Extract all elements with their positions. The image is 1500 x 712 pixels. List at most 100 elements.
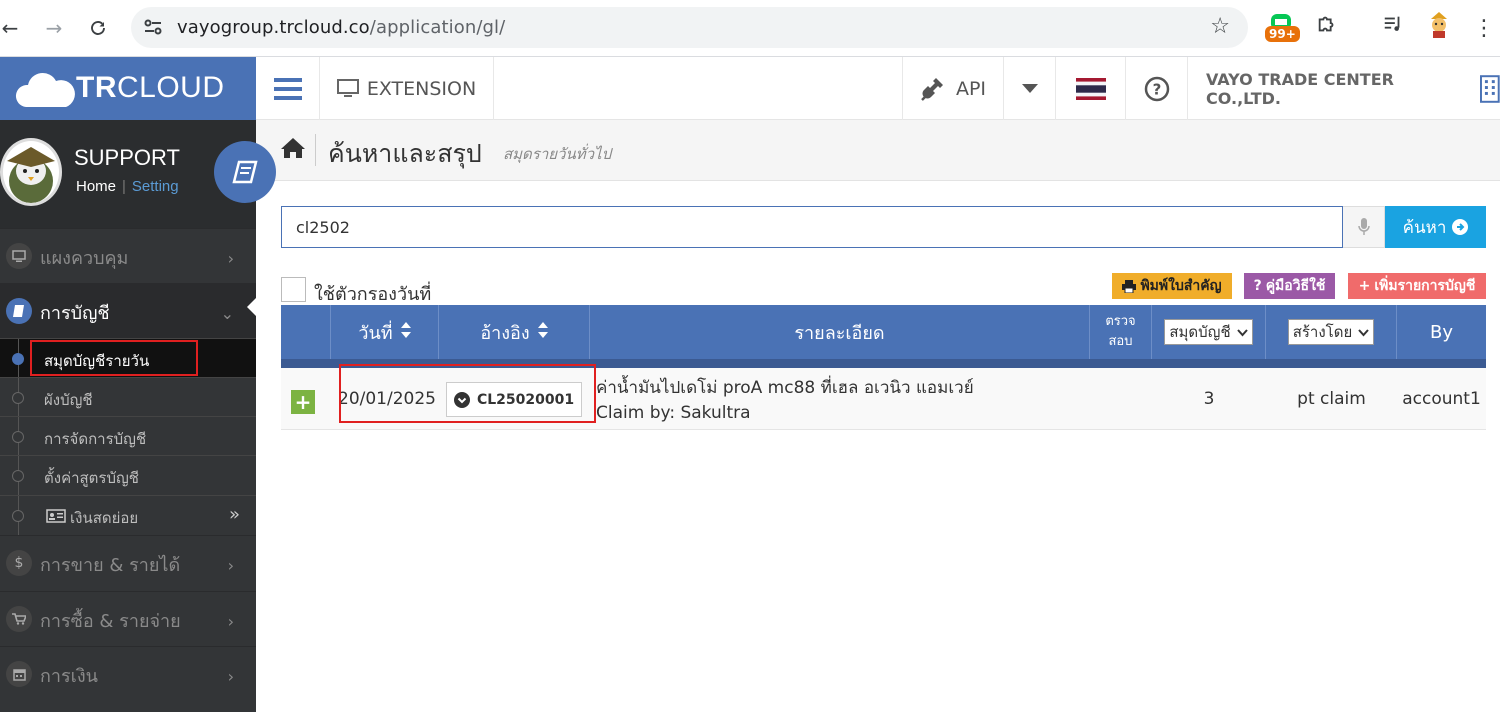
thai-flag-icon — [1075, 77, 1106, 100]
sidebar-item-accounting[interactable]: การบัญชี ⌄ — [0, 283, 256, 339]
chevron-right-icon: › — [227, 667, 234, 686]
bullet-icon — [12, 353, 24, 365]
date-filter-checkbox[interactable] — [281, 277, 306, 302]
top-navbar: EXTENSION API ? VAYO TRADE CENTER CO.,LT… — [256, 57, 1500, 120]
table-header: วันที่ อ้างอิง รายละเอียด ตรวจ สอบ สมุดบ… — [281, 305, 1486, 359]
book-icon — [6, 298, 32, 324]
submenu-item-petty-cash[interactable]: เงินสดย่อย » — [0, 495, 256, 536]
book-icon — [232, 160, 258, 184]
search-input[interactable] — [281, 206, 1343, 248]
api-label: API — [955, 77, 987, 100]
calendar-icon — [6, 661, 32, 687]
reference-button[interactable]: CL25020001 — [446, 382, 582, 417]
th-label: By — [1429, 321, 1453, 343]
divider — [315, 134, 316, 166]
add-entry-button[interactable]: + เพิ่มรายการบัญชี — [1348, 273, 1486, 299]
help-button[interactable]: ? — [1126, 57, 1188, 120]
language-selector[interactable] — [1056, 57, 1126, 120]
extensions-puzzle-icon[interactable] — [1316, 13, 1338, 39]
th-label: วันที่ — [358, 322, 393, 344]
browser-menu-icon[interactable]: ⋮ — [1470, 14, 1498, 42]
th-label: อ้างอิง — [480, 322, 530, 344]
svg-text:?: ? — [1152, 80, 1161, 98]
chevron-circle-down-icon — [453, 391, 470, 408]
detail-line: Claim by: Sakultra — [596, 403, 751, 423]
manual-button[interactable]: ? คู่มือวิธีใช้ — [1244, 273, 1335, 299]
url-text[interactable]: vayogroup.trcloud.co/application/gl/ — [177, 17, 505, 38]
avatar[interactable] — [0, 138, 62, 206]
row-by: account1 — [1402, 389, 1481, 409]
creator-filter-select[interactable]: สร้างโดย — [1287, 319, 1375, 345]
submenu-item-chart-of-accounts[interactable]: ผังบัญชี — [0, 377, 256, 418]
book-shortcut-button[interactable] — [214, 141, 276, 203]
row-detail: ค่าน้ำมันไปเดโม่ proA mc88 ที่เฮล อเวนิว… — [596, 376, 974, 426]
sort-icon — [400, 321, 411, 343]
chevron-down-icon: ⌄ — [220, 304, 234, 323]
sidebar-item-label: การบัญชี — [40, 303, 110, 324]
sidebar-toggle-button[interactable] — [256, 57, 320, 120]
question-icon: ? — [1253, 278, 1262, 294]
expand-row-button[interactable]: + — [291, 390, 315, 414]
detail-line: ค่าน้ำมันไปเดโม่ proA mc88 ที่เฮล อเวนิว… — [596, 378, 974, 398]
forward-icon[interactable]: → — [40, 14, 68, 42]
submenu-item-general-journal[interactable]: สมุดบัญชีรายวัน — [0, 338, 256, 379]
browser-toolbar: ← → vayogroup.trcloud.co/application/gl/… — [0, 0, 1500, 57]
row-journal: 3 — [1203, 389, 1215, 409]
bookmark-star-icon[interactable]: ☆ — [1210, 14, 1230, 39]
submenu-item-account-formula[interactable]: ตั้งค่าสูตรบัญชี — [0, 455, 256, 496]
select-value: สร้างโดย — [1292, 323, 1353, 341]
extension-menu[interactable]: EXTENSION — [320, 57, 494, 120]
sidebar-item-label: การซื้อ & รายจ่าย — [40, 611, 181, 632]
submenu-label: ผังบัญชี — [44, 391, 93, 409]
home-link[interactable]: Home — [76, 178, 116, 195]
profile-links: Home | Setting — [76, 178, 179, 195]
back-icon[interactable]: ← — [0, 14, 24, 42]
profile-avatar-icon[interactable] — [1427, 11, 1451, 43]
app-logo[interactable]: TRCLOUD — [0, 57, 256, 120]
company-selector[interactable]: VAYO TRADE CENTER CO.,LTD. — [1188, 57, 1500, 120]
date-filter-label: ใช้ตัวกรองวันที่ — [314, 284, 432, 305]
print-voucher-button[interactable]: พิมพ์ใบสำคัญ — [1112, 273, 1232, 299]
th-reference[interactable]: อ้างอิง — [439, 305, 590, 359]
submenu-label: ตั้งค่าสูตรบัญชี — [44, 469, 139, 487]
reload-icon[interactable] — [84, 14, 112, 42]
bullet-icon — [12, 392, 24, 404]
media-control-icon[interactable] — [1382, 13, 1404, 39]
th-date[interactable]: วันที่ — [331, 305, 439, 359]
sidebar-item-label: การเงิน — [40, 666, 98, 687]
chevron-down-icon — [1236, 323, 1248, 341]
sidebar-item-dashboard[interactable]: แผงควบคุม › — [0, 228, 256, 284]
chevron-down-icon — [1358, 323, 1370, 341]
address-bar[interactable]: vayogroup.trcloud.co/application/gl/ ☆ — [131, 7, 1248, 48]
home-icon[interactable] — [280, 137, 306, 163]
plus-icon: + — [1358, 278, 1371, 294]
active-pointer-icon — [247, 298, 256, 316]
cloud-logo-icon — [14, 69, 76, 113]
button-label: คู่มือวิธีใช้ — [1265, 278, 1326, 294]
double-chevron-right-icon: » — [228, 504, 240, 525]
id-card-icon — [46, 509, 66, 523]
question-circle-icon: ? — [1144, 76, 1169, 101]
hamburger-icon — [273, 77, 302, 100]
site-settings-icon[interactable] — [141, 15, 165, 39]
print-icon — [1122, 279, 1137, 293]
bullet-icon — [12, 431, 24, 443]
dropdown-caret-button[interactable] — [1004, 57, 1056, 120]
sidebar-item-finance[interactable]: การเงิน › — [0, 646, 256, 702]
submenu-item-account-management[interactable]: การจัดการบัญชี — [0, 416, 256, 457]
sidebar-item-purchases[interactable]: การซื้อ & รายจ่าย › — [0, 591, 256, 647]
plug-icon — [921, 77, 943, 101]
journal-filter-select[interactable]: สมุดบัญชี — [1164, 319, 1253, 345]
cart-icon — [6, 606, 32, 632]
sidebar-item-label: แผงควบคุม — [40, 248, 129, 269]
api-menu[interactable]: API — [902, 57, 1004, 120]
setting-link[interactable]: Setting — [132, 178, 179, 195]
sidebar: SUPPORT Home | Setting แผงควบคุม › การบัญช… — [0, 120, 256, 712]
search-button[interactable]: ค้นหา — [1385, 206, 1486, 248]
page-subtitle: สมุดรายวันทั่วไป — [503, 145, 612, 163]
table-row: + 20/01/2025 CL25020001 ค่าน้ำมันไปเดโม่… — [281, 368, 1486, 430]
mic-button[interactable] — [1343, 206, 1385, 248]
arrow-circle-right-icon — [1452, 219, 1469, 235]
sidebar-item-sales[interactable]: $ การขาย & รายได้ › — [0, 535, 256, 591]
chevron-right-icon: › — [227, 556, 234, 575]
